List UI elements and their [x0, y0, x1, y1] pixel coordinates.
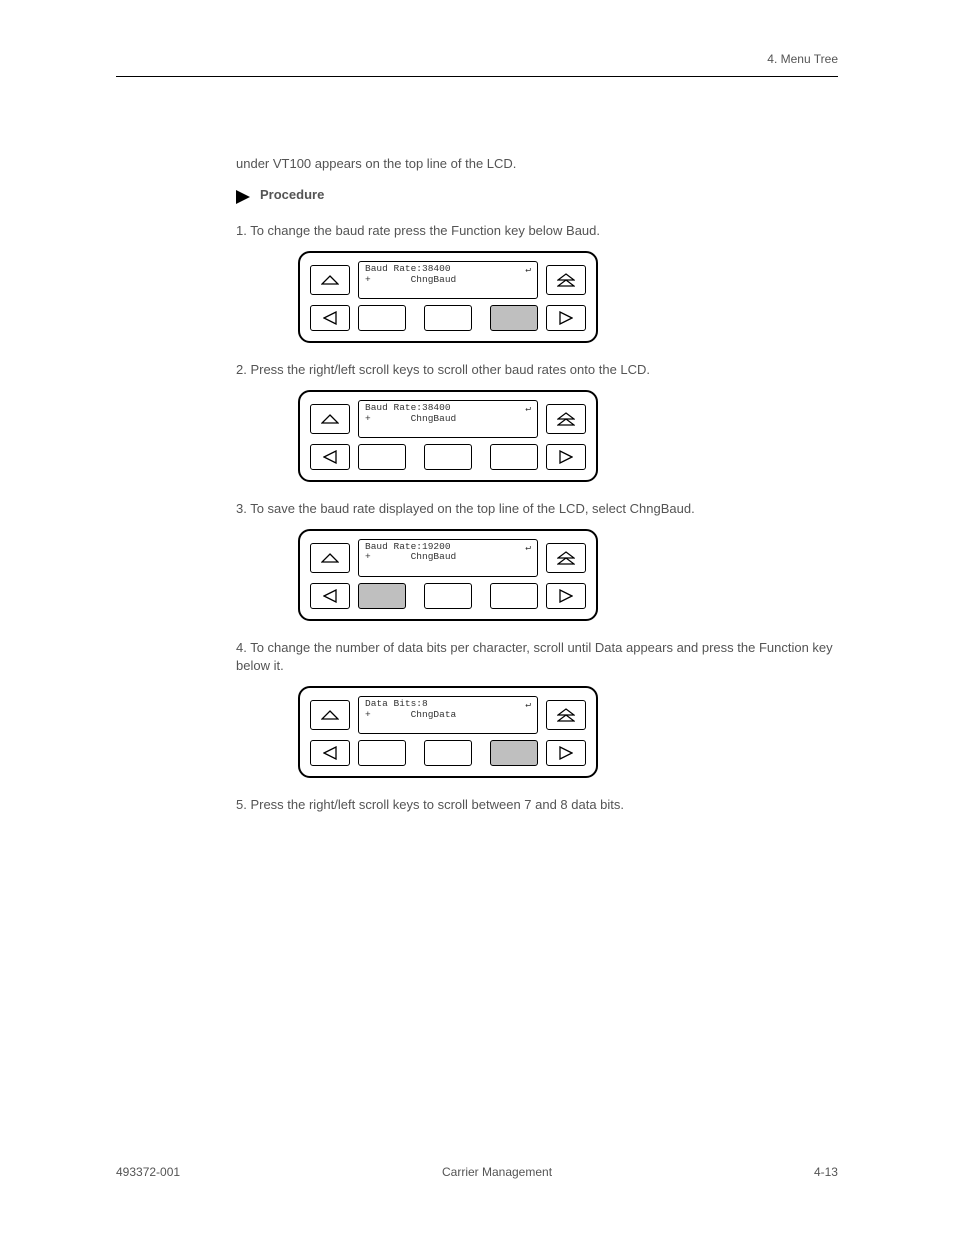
lcd-line2: + ChngBaud — [365, 414, 531, 425]
control-panel: ↵ Baud Rate:38400 + ChngBaud — [298, 251, 598, 343]
lcd-display: ↵ Baud Rate:38400 + ChngBaud — [358, 400, 538, 438]
left-key[interactable] — [310, 305, 350, 331]
footer-right: 4-13 — [814, 1165, 838, 1179]
soft-key-2[interactable] — [424, 444, 472, 470]
soft-key-3[interactable] — [490, 444, 538, 470]
soft-keys — [358, 305, 538, 331]
step-5: 5. Press the right/left scroll keys to s… — [236, 796, 838, 815]
panel-top-row: ↵ Baud Rate:19200 + ChngBaud — [310, 539, 586, 577]
procedure-heading: Procedure — [236, 187, 838, 204]
panel-1-wrap: ↵ Baud Rate:38400 + ChngBaud — [298, 251, 838, 343]
footer: 493372-001 Carrier Management 4-13 — [116, 1165, 838, 1179]
play-triangle-icon — [236, 190, 250, 204]
step-3-text: 3. To save the baud rate displayed on th… — [236, 500, 838, 519]
running-header: 4. Menu Tree — [767, 52, 838, 66]
step-4-text: 4. To change the number of data bits per… — [236, 639, 838, 677]
panel-top-row: ↵ Baud Rate:38400 + ChngBaud — [310, 261, 586, 299]
soft-key-1[interactable] — [358, 740, 406, 766]
right-key[interactable] — [546, 740, 586, 766]
header-rule — [116, 76, 838, 77]
soft-keys — [358, 740, 538, 766]
soft-key-3[interactable] — [490, 583, 538, 609]
lcd-display: ↵ Baud Rate:38400 + ChngBaud — [358, 261, 538, 299]
left-key[interactable] — [310, 444, 350, 470]
soft-key-2[interactable] — [424, 305, 472, 331]
soft-key-2[interactable] — [424, 583, 472, 609]
soft-key-1[interactable] — [358, 444, 406, 470]
content: under VT100 appears on the top line of t… — [236, 156, 838, 823]
step-5-text: 5. Press the right/left scroll keys to s… — [236, 796, 838, 815]
lcd-display: ↵ Baud Rate:19200 + ChngBaud — [358, 539, 538, 577]
soft-keys — [358, 444, 538, 470]
enter-icon: ↵ — [525, 404, 531, 415]
step-1: 1. To change the baud rate press the Fun… — [236, 222, 838, 343]
double-up-key[interactable] — [546, 543, 586, 573]
panel-top-row: ↵ Baud Rate:38400 + ChngBaud — [310, 400, 586, 438]
soft-keys — [358, 583, 538, 609]
lcd-line2: + ChngData — [365, 710, 531, 721]
soft-key-3[interactable] — [490, 740, 538, 766]
panel-bottom-row — [310, 444, 586, 470]
header-title: 4. Menu Tree — [767, 52, 838, 66]
enter-icon: ↵ — [525, 265, 531, 276]
panel-bottom-row — [310, 583, 586, 609]
page: 4. Menu Tree under VT100 appears on the … — [0, 0, 954, 1235]
control-panel: ↵ Baud Rate:19200 + ChngBaud — [298, 529, 598, 621]
left-key[interactable] — [310, 583, 350, 609]
lcd-line2: + ChngBaud — [365, 552, 531, 563]
up-key[interactable] — [310, 265, 350, 295]
panel-bottom-row — [310, 740, 586, 766]
up-key[interactable] — [310, 404, 350, 434]
control-panel: ↵ Baud Rate:38400 + ChngBaud — [298, 390, 598, 482]
step-4: 4. To change the number of data bits per… — [236, 639, 838, 779]
enter-icon: ↵ — [525, 543, 531, 554]
step-1-text: 1. To change the baud rate press the Fun… — [236, 222, 838, 241]
panel-4-wrap: ↵ Data Bits:8 + ChngData — [298, 686, 838, 778]
soft-key-2[interactable] — [424, 740, 472, 766]
step-3: 3. To save the baud rate displayed on th… — [236, 500, 838, 621]
procedure-label: Procedure — [260, 187, 324, 204]
footer-center: Carrier Management — [442, 1165, 552, 1179]
soft-key-1[interactable] — [358, 305, 406, 331]
panel-3-wrap: ↵ Baud Rate:19200 + ChngBaud — [298, 529, 838, 621]
lcd-display: ↵ Data Bits:8 + ChngData — [358, 696, 538, 734]
enter-icon: ↵ — [525, 700, 531, 711]
right-key[interactable] — [546, 444, 586, 470]
double-up-key[interactable] — [546, 265, 586, 295]
panel-2-wrap: ↵ Baud Rate:38400 + ChngBaud — [298, 390, 838, 482]
panel-top-row: ↵ Data Bits:8 + ChngData — [310, 696, 586, 734]
control-panel: ↵ Data Bits:8 + ChngData — [298, 686, 598, 778]
up-key[interactable] — [310, 543, 350, 573]
right-key[interactable] — [546, 305, 586, 331]
right-key[interactable] — [546, 583, 586, 609]
step-2-text: 2. Press the right/left scroll keys to s… — [236, 361, 838, 380]
soft-key-1[interactable] — [358, 583, 406, 609]
left-key[interactable] — [310, 740, 350, 766]
up-key[interactable] — [310, 700, 350, 730]
footer-left: 493372-001 — [116, 1165, 180, 1179]
lcd-line2: + ChngBaud — [365, 275, 531, 286]
step-2: 2. Press the right/left scroll keys to s… — [236, 361, 838, 482]
intro-text: under VT100 appears on the top line of t… — [236, 156, 838, 171]
panel-bottom-row — [310, 305, 586, 331]
soft-key-3[interactable] — [490, 305, 538, 331]
lcd-line1: Baud Rate:38400 — [365, 403, 531, 414]
double-up-key[interactable] — [546, 404, 586, 434]
double-up-key[interactable] — [546, 700, 586, 730]
